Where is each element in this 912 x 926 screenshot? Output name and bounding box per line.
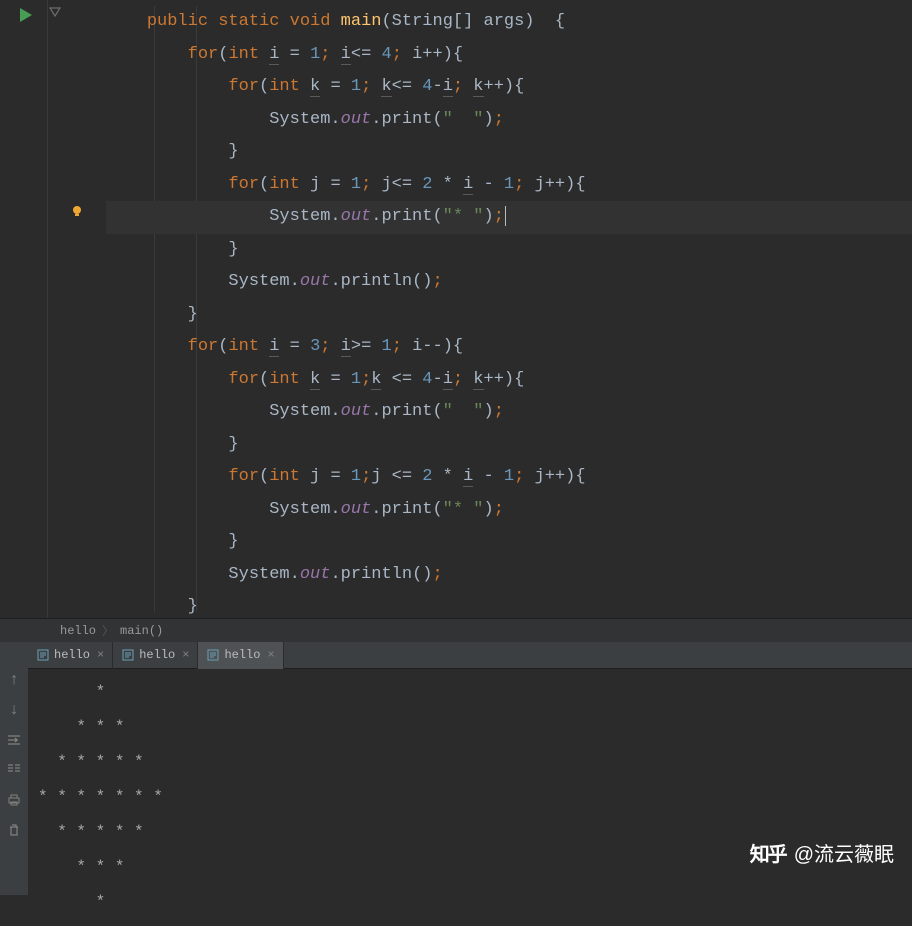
console-tabs: hello × hello × hello × [28, 642, 912, 669]
code-line[interactable]: System.out.print(" "); [106, 396, 912, 429]
code-line[interactable]: } [106, 299, 912, 332]
breadcrumb-item[interactable]: hello [56, 624, 100, 638]
tab-label: hello [54, 648, 90, 662]
lightbulb-icon[interactable] [70, 204, 84, 223]
breadcrumb-separator: 〉 [100, 622, 116, 639]
watermark-logo: 知乎 [750, 838, 786, 867]
arrow-down-icon[interactable]: ↓ [6, 702, 22, 718]
code-line[interactable]: } [106, 234, 912, 267]
watermark-text: @流云薇眠 [794, 838, 894, 867]
breadcrumb-item[interactable]: main() [116, 624, 167, 638]
code-line[interactable]: System.out.println(); [106, 266, 912, 299]
code-line[interactable]: for(int i = 3; i>= 1; i--){ [106, 331, 912, 364]
console-tab[interactable]: hello × [198, 642, 283, 669]
code-line[interactable]: System.out.println(); [106, 559, 912, 592]
code-line[interactable]: } [106, 136, 912, 169]
print-icon[interactable] [6, 792, 22, 808]
code-line[interactable]: } [106, 591, 912, 624]
fold-icon[interactable] [48, 6, 62, 25]
arrow-up-icon[interactable]: ↑ [6, 672, 22, 688]
code-line[interactable]: System.out.print(" "); [106, 104, 912, 137]
editor-gutter [0, 0, 48, 618]
text-caret [505, 206, 506, 226]
console-tab[interactable]: hello × [113, 642, 198, 669]
close-icon[interactable]: × [180, 648, 191, 662]
watermark: 知乎 @流云薇眠 [750, 838, 894, 867]
code-line[interactable]: } [106, 526, 912, 559]
tab-file-icon [36, 649, 49, 662]
tab-label: hello [139, 648, 175, 662]
code-line[interactable]: System.out.print("* "); [106, 201, 912, 234]
code-line[interactable]: for(int i = 1; i<= 4; i++){ [106, 39, 912, 72]
console-tab[interactable]: hello × [28, 642, 113, 669]
code-line[interactable]: public static void main(String[] args) { [106, 6, 912, 39]
code-line[interactable]: for(int k = 1;k <= 4-i; k++){ [106, 364, 912, 397]
code-content[interactable]: public static void main(String[] args) {… [98, 0, 912, 618]
code-line[interactable]: for(int j = 1; j<= 2 * i - 1; j++){ [106, 169, 912, 202]
wrap-icon[interactable] [6, 732, 22, 748]
code-line[interactable]: } [106, 429, 912, 462]
console-output[interactable]: * * * * * * * * * * * * * * * * * * * * … [28, 669, 912, 926]
tab-label: hello [224, 648, 260, 662]
code-line[interactable]: for(int j = 1;j <= 2 * i - 1; j++){ [106, 461, 912, 494]
code-line[interactable]: System.out.print("* "); [106, 494, 912, 527]
scroll-icon[interactable] [6, 762, 22, 778]
run-icon[interactable] [20, 8, 32, 27]
console-sidebar: ↑ ↓ [0, 642, 28, 895]
code-line[interactable]: for(int k = 1; k<= 4-i; k++){ [106, 71, 912, 104]
close-icon[interactable]: × [95, 648, 106, 662]
close-icon[interactable]: × [265, 648, 276, 662]
fold-column [48, 0, 98, 618]
trash-icon[interactable] [6, 822, 22, 838]
editor-area: public static void main(String[] args) {… [0, 0, 912, 618]
tab-file-icon [121, 649, 134, 662]
tab-file-icon [206, 649, 219, 662]
